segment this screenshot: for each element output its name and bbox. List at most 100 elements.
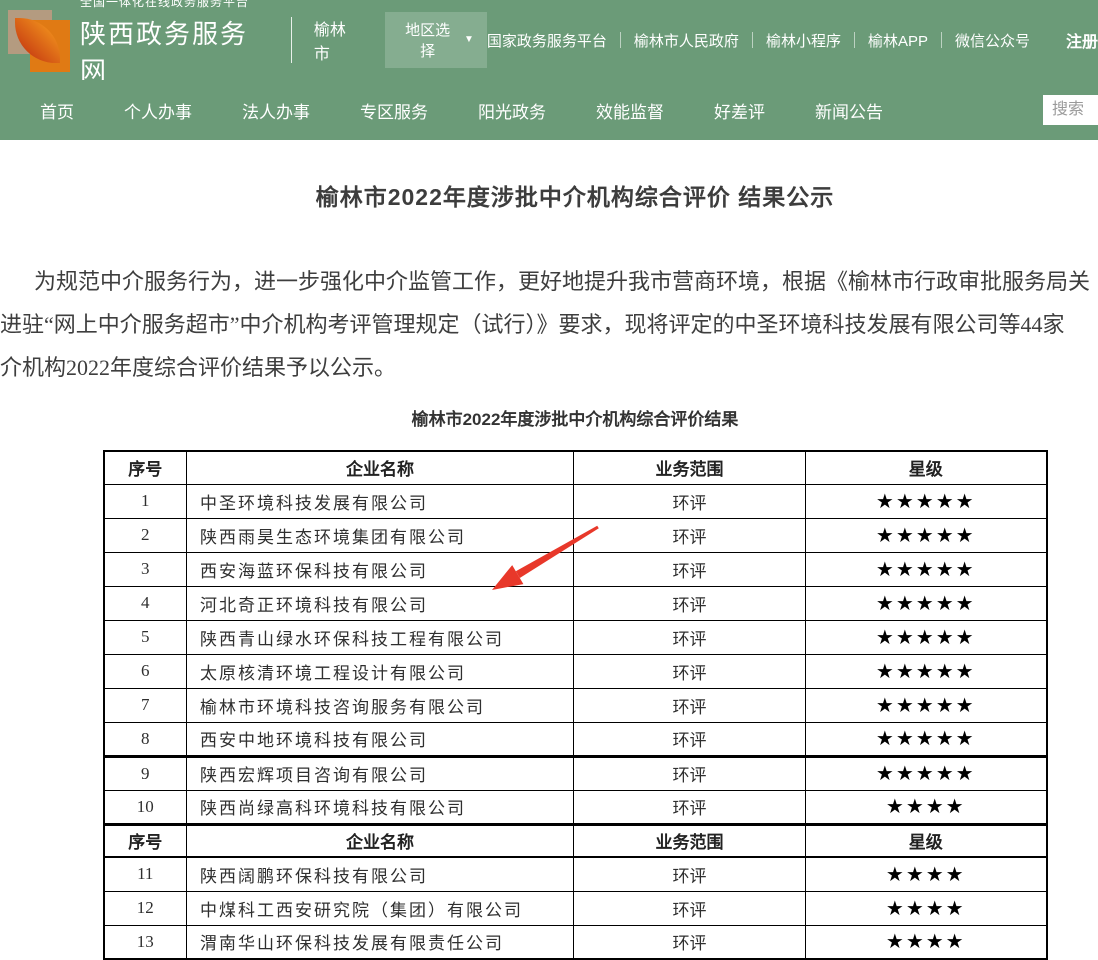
business-scope-cell: 环评 xyxy=(574,756,806,790)
announcement-body: 为规范中介服务行为，进一步强化中介监管工作，更好地提升我市营商环境，根据《榆林市… xyxy=(0,260,1098,389)
arrow-shaft xyxy=(516,526,599,578)
header-link[interactable]: 榆林市人民政府 xyxy=(634,30,739,51)
business-scope-cell: 环评 xyxy=(574,722,806,756)
link-divider xyxy=(854,32,855,48)
star-rating-cell: ★★★★ xyxy=(806,857,1047,891)
business-scope-cell: 环评 xyxy=(574,620,806,654)
brand-text: 全国一体化在线政务服务平台 陕西政务服务网 xyxy=(80,0,273,88)
column-header: 业务范围 xyxy=(574,824,806,857)
company-name-cell: 中圣环境科技发展有限公司 xyxy=(187,484,574,518)
table-row: 11陕西阔鹏环保科技有限公司环评★★★★ xyxy=(104,857,1047,891)
row-number-cell: 12 xyxy=(104,891,187,925)
company-name-cell: 渭南华山环保科技发展有限责任公司 xyxy=(187,925,574,959)
nav-item[interactable]: 法人办事 xyxy=(242,98,310,123)
star-rating-cell: ★★★★ xyxy=(806,891,1047,925)
announcement-page: 榆林市2022年度涉批中介机构综合评价 结果公示 为规范中介服务行为，进一步强化… xyxy=(0,140,1098,960)
paragraph-line: 进驻“网上中介服务超市”中介机构考评管理规定（试行）》要求，现将评定的中圣环境科… xyxy=(0,303,1098,346)
table-row: 1中圣环境科技发展有限公司环评★★★★★ xyxy=(104,484,1047,518)
region-select-button[interactable]: 地区选择 ▼ xyxy=(385,12,487,68)
star-rating-cell: ★★★★★ xyxy=(806,688,1047,722)
star-rating-cell: ★★★★★ xyxy=(806,518,1047,552)
table-row: 6太原核清环境工程设计有限公司环评★★★★★ xyxy=(104,654,1047,688)
star-rating-cell: ★★★★★ xyxy=(806,620,1047,654)
row-number-cell: 7 xyxy=(104,688,187,722)
header-divider xyxy=(291,17,292,63)
page-title: 榆林市2022年度涉批中介机构综合评价 结果公示 xyxy=(0,178,1098,212)
nav-item[interactable]: 新闻公告 xyxy=(815,98,883,123)
company-name-cell: 陕西青山绿水环保科技工程有限公司 xyxy=(187,620,574,654)
row-number-cell: 9 xyxy=(104,756,187,790)
company-name-cell: 中煤科工西安研究院（集团）有限公司 xyxy=(187,891,574,925)
column-header: 星级 xyxy=(806,451,1047,484)
region-select-label: 地区选择 xyxy=(398,19,457,61)
business-scope-cell: 环评 xyxy=(574,654,806,688)
business-scope-cell: 环评 xyxy=(574,925,806,959)
table-row: 12中煤科工西安研究院（集团）有限公司环评★★★★ xyxy=(104,891,1047,925)
nav-item[interactable]: 阳光政务 xyxy=(478,98,546,123)
nav-item[interactable]: 好差评 xyxy=(714,98,765,123)
company-name-cell: 西安中地环境科技有限公司 xyxy=(187,722,574,756)
column-header: 序号 xyxy=(104,824,187,857)
nav-items: 首页 个人办事 法人办事 专区服务 阳光政务 效能监督 好差评 新闻公告 xyxy=(40,98,933,123)
register-link[interactable]: 注册 xyxy=(1066,28,1098,52)
company-name-cell: 陕西阔鹏环保科技有限公司 xyxy=(187,857,574,891)
business-scope-cell: 环评 xyxy=(574,484,806,518)
row-number-cell: 2 xyxy=(104,518,187,552)
arrow-head xyxy=(492,565,523,590)
nav-item[interactable]: 个人办事 xyxy=(124,98,192,123)
business-scope-cell: 环评 xyxy=(574,857,806,891)
header-link[interactable]: 微信公众号 xyxy=(955,30,1030,51)
star-rating-cell: ★★★★★ xyxy=(806,722,1047,756)
star-rating-cell: ★★★★★ xyxy=(806,552,1047,586)
row-number-cell: 10 xyxy=(104,790,187,824)
header-link[interactable]: 榆林小程序 xyxy=(766,30,841,51)
header-link[interactable]: 榆林APP xyxy=(868,30,928,51)
link-divider xyxy=(941,32,942,48)
row-number-cell: 6 xyxy=(104,654,187,688)
company-name-cell: 陕西尚绿高科环境科技有限公司 xyxy=(187,790,574,824)
link-divider xyxy=(620,32,621,48)
site-name: 陕西政务服务网 xyxy=(80,14,273,88)
page: { "colors": { "header_green": "#6b9b78",… xyxy=(0,0,1098,947)
table-row: 9陕西宏辉项目咨询有限公司环评★★★★★ xyxy=(104,756,1047,790)
company-name-cell: 太原核清环境工程设计有限公司 xyxy=(187,654,574,688)
row-number-cell: 11 xyxy=(104,857,187,891)
search-input[interactable] xyxy=(1043,95,1098,125)
current-city[interactable]: 榆林市 xyxy=(314,16,361,64)
column-header: 序号 xyxy=(104,451,187,484)
row-number-cell: 13 xyxy=(104,925,187,959)
business-scope-cell: 环评 xyxy=(574,790,806,824)
nav-item[interactable]: 专区服务 xyxy=(360,98,428,123)
table-caption: 榆林市2022年度涉批中介机构综合评价结果 xyxy=(0,405,1098,430)
header-link[interactable]: 国家政务服务平台 xyxy=(487,30,607,51)
row-number-cell: 1 xyxy=(104,484,187,518)
star-rating-cell: ★★★★★ xyxy=(806,484,1047,518)
table-row: 5陕西青山绿水环保科技工程有限公司环评★★★★★ xyxy=(104,620,1047,654)
main-nav: 首页 个人办事 法人办事 专区服务 阳光政务 效能监督 好差评 新闻公告 xyxy=(0,80,1098,140)
header-links: 国家政务服务平台 榆林市人民政府 榆林小程序 榆林APP 微信公众号 xyxy=(487,30,1030,51)
table-row: 7榆林市环境科技咨询服务有限公司环评★★★★★ xyxy=(104,688,1047,722)
table-header-row: 序号企业名称业务范围星级 xyxy=(104,824,1047,857)
site-logo-icon[interactable] xyxy=(8,8,68,72)
paragraph-line: 为规范中介服务行为，进一步强化中介监管工作，更好地提升我市营商环境，根据《榆林市… xyxy=(0,260,1098,303)
business-scope-cell: 环评 xyxy=(574,891,806,925)
business-scope-cell: 环评 xyxy=(574,688,806,722)
row-number-cell: 4 xyxy=(104,586,187,620)
star-rating-cell: ★★★★ xyxy=(806,790,1047,824)
column-header: 星级 xyxy=(806,824,1047,857)
row-number-cell: 8 xyxy=(104,722,187,756)
column-header: 企业名称 xyxy=(187,824,574,857)
nav-item[interactable]: 首页 xyxy=(40,98,74,123)
company-name-cell: 榆林市环境科技咨询服务有限公司 xyxy=(187,688,574,722)
chevron-down-icon: ▼ xyxy=(464,35,474,45)
star-rating-cell: ★★★★★ xyxy=(806,756,1047,790)
table-header-row: 序号企业名称业务范围星级 xyxy=(104,451,1047,484)
row-number-cell: 3 xyxy=(104,552,187,586)
paragraph-line: 介机构2022年度综合评价结果予以公示。 xyxy=(0,346,1098,389)
star-rating-cell: ★★★★ xyxy=(806,925,1047,959)
nav-item[interactable]: 效能监督 xyxy=(596,98,664,123)
star-rating-cell: ★★★★★ xyxy=(806,586,1047,620)
star-rating-cell: ★★★★★ xyxy=(806,654,1047,688)
company-name-cell: 陕西宏辉项目咨询有限公司 xyxy=(187,756,574,790)
platform-tagline: 全国一体化在线政务服务平台 xyxy=(80,0,273,10)
